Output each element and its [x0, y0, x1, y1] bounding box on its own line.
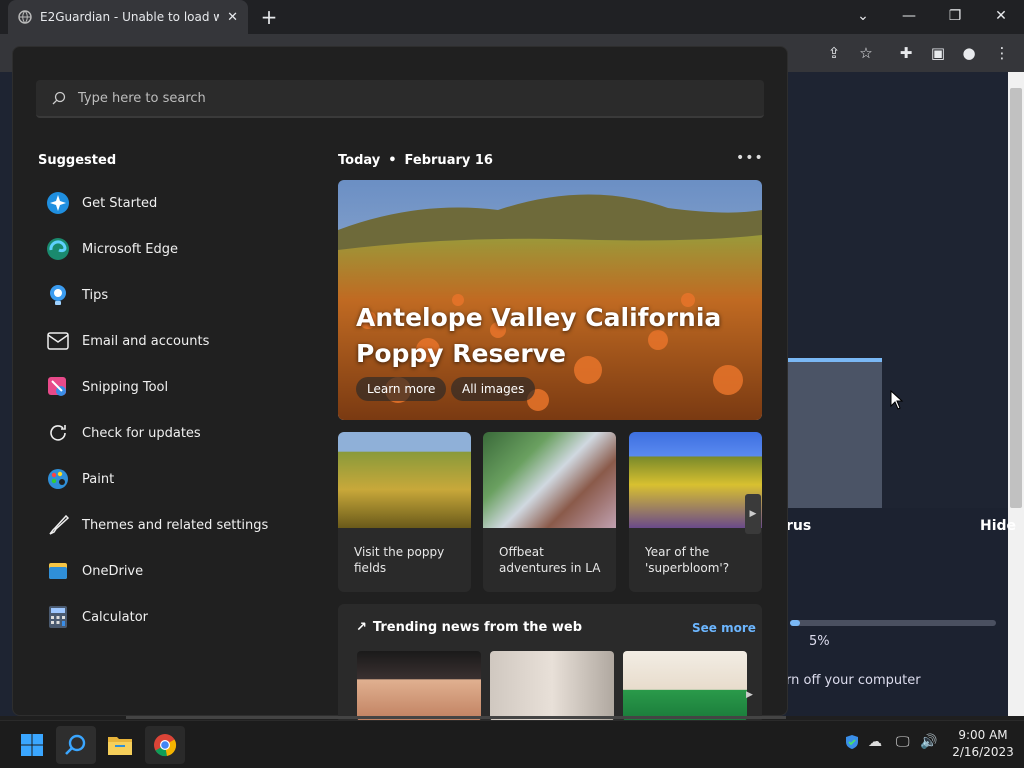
share-icon[interactable]: ⇪	[823, 42, 845, 64]
scrollbar-thumb[interactable]	[1010, 88, 1022, 508]
onedrive-offline-icon[interactable]: ☁	[868, 734, 882, 750]
trending-arrow-icon: ↗	[356, 620, 367, 635]
suggested-item-label: Get Started	[82, 195, 158, 211]
card-visit-poppy-fields[interactable]: Visit the poppy fields	[338, 432, 471, 592]
tips-icon	[46, 283, 70, 307]
suggested-item-label: Email and accounts	[82, 333, 210, 349]
update-progress-label: 5%	[809, 634, 830, 649]
tab-close-icon[interactable]: ✕	[227, 10, 238, 25]
snipping-tool-icon	[46, 375, 70, 399]
suggested-item-paint[interactable]: Paint	[46, 461, 296, 497]
suggested-item-microsoft-edge[interactable]: Microsoft Edge	[46, 231, 296, 267]
restore-icon[interactable]: ❐	[932, 0, 978, 32]
suggested-item-label: Tips	[82, 287, 109, 303]
paint-icon	[46, 467, 70, 491]
card-superbloom[interactable]: Year of the 'superbloom'?	[629, 432, 762, 592]
minimize-icon[interactable]: —	[886, 0, 932, 32]
sidepanel-icon[interactable]: ▣	[927, 42, 949, 64]
news-thumbnail[interactable]	[623, 651, 747, 721]
today-separator: •	[388, 153, 397, 168]
suggested-heading: Suggested	[38, 153, 117, 168]
news-thumbnail[interactable]	[490, 651, 614, 721]
update-block	[786, 362, 882, 508]
today-heading: Today • February 16	[338, 153, 493, 168]
suggested-item-label: Check for updates	[82, 425, 201, 441]
get-started-icon	[46, 191, 70, 215]
tab-title: E2Guardian - Unable to load web	[40, 10, 220, 24]
volume-icon[interactable]: 🔊	[920, 734, 937, 750]
hero-title: Antelope Valley California Poppy Reserve	[356, 303, 722, 368]
suggested-item-label: Calculator	[82, 609, 149, 625]
browser-tab[interactable]: E2Guardian - Unable to load web ✕	[8, 0, 248, 34]
trending-title: Trending news from the web	[372, 620, 583, 635]
carousel-next-button[interactable]: ▶	[745, 494, 761, 534]
suggested-item-snipping-tool[interactable]: Snipping Tool	[46, 369, 296, 405]
menu-icon[interactable]: ⋮	[991, 42, 1013, 64]
update-progress-fill	[790, 620, 801, 626]
suggested-item-check-for-updates[interactable]: Check for updates	[46, 415, 296, 451]
clock[interactable]: 9:00 AM 2/16/2023	[948, 727, 1018, 761]
suggested-item-get-started[interactable]: Get Started	[46, 185, 296, 221]
mouse-cursor-icon	[890, 390, 904, 410]
clock-date: 2/16/2023	[952, 745, 1014, 759]
suggested-item-label: Microsoft Edge	[82, 241, 179, 257]
chevron-down-icon[interactable]: ⌄	[840, 0, 886, 32]
brush-icon	[46, 513, 70, 537]
security-shield-icon[interactable]	[844, 734, 860, 754]
mail-icon	[46, 329, 70, 353]
card-caption: Offbeat adventures in LA	[499, 545, 601, 575]
refresh-icon	[46, 421, 70, 445]
card-caption: Visit the poppy fields	[354, 545, 445, 575]
globe-icon	[18, 10, 32, 24]
update-progress-bar	[790, 620, 996, 626]
hide-button[interactable]: Hide	[980, 518, 1016, 534]
close-icon[interactable]: ✕	[978, 0, 1024, 32]
suggested-item-tips[interactable]: Tips	[46, 277, 296, 313]
card-offbeat-adventures[interactable]: Offbeat adventures in LA	[483, 432, 616, 592]
edge-icon	[46, 237, 70, 261]
profile-icon[interactable]: ●	[958, 42, 980, 64]
all-images-button[interactable]: All images	[451, 377, 536, 401]
file-explorer-icon[interactable]	[100, 726, 140, 764]
today-date: February 16	[404, 153, 493, 168]
card-caption: Year of the 'superbloom'?	[645, 545, 730, 575]
suggested-item-label: Snipping Tool	[82, 379, 169, 395]
extensions-icon[interactable]: ✚	[895, 42, 917, 64]
suggested-item-label: Paint	[82, 471, 115, 487]
clock-time: 9:00 AM	[958, 728, 1008, 742]
star-icon[interactable]: ☆	[855, 42, 877, 64]
onedrive-icon	[46, 559, 70, 583]
calculator-icon	[46, 605, 70, 629]
search-icon[interactable]	[56, 726, 96, 764]
learn-more-button[interactable]: Learn more	[356, 377, 447, 401]
search-input[interactable]: Type here to search	[36, 80, 764, 118]
card-image	[629, 432, 762, 528]
suggested-item-email-and-accounts[interactable]: Email and accounts	[46, 323, 296, 359]
suggested-item-label: Themes and related settings	[82, 517, 269, 533]
network-icon[interactable]: 🖵	[896, 734, 910, 750]
trending-heading: ↗ Trending news from the web	[356, 620, 582, 635]
suggested-item-themes[interactable]: Themes and related settings	[46, 507, 296, 543]
horizontal-scrollbar[interactable]	[126, 716, 786, 719]
chrome-icon[interactable]	[145, 726, 185, 764]
suggested-item-label: OneDrive	[82, 563, 144, 579]
windows-start-icon[interactable]	[12, 726, 52, 764]
suggested-item-onedrive[interactable]: OneDrive	[46, 553, 296, 589]
news-next-icon[interactable]: ▶	[746, 690, 753, 700]
card-image	[338, 432, 471, 528]
news-thumbnail[interactable]	[357, 651, 481, 721]
more-options-button[interactable]: •••	[736, 150, 764, 166]
update-message: rn off your computer	[786, 673, 921, 688]
card-image	[483, 432, 616, 528]
search-icon	[52, 91, 66, 105]
new-tab-button[interactable]: +	[258, 6, 280, 28]
see-more-link[interactable]: See more	[692, 621, 756, 635]
search-placeholder: Type here to search	[78, 90, 206, 106]
update-status-text: rus	[786, 518, 812, 534]
today-label: Today	[338, 153, 381, 168]
suggested-item-calculator[interactable]: Calculator	[46, 599, 296, 635]
